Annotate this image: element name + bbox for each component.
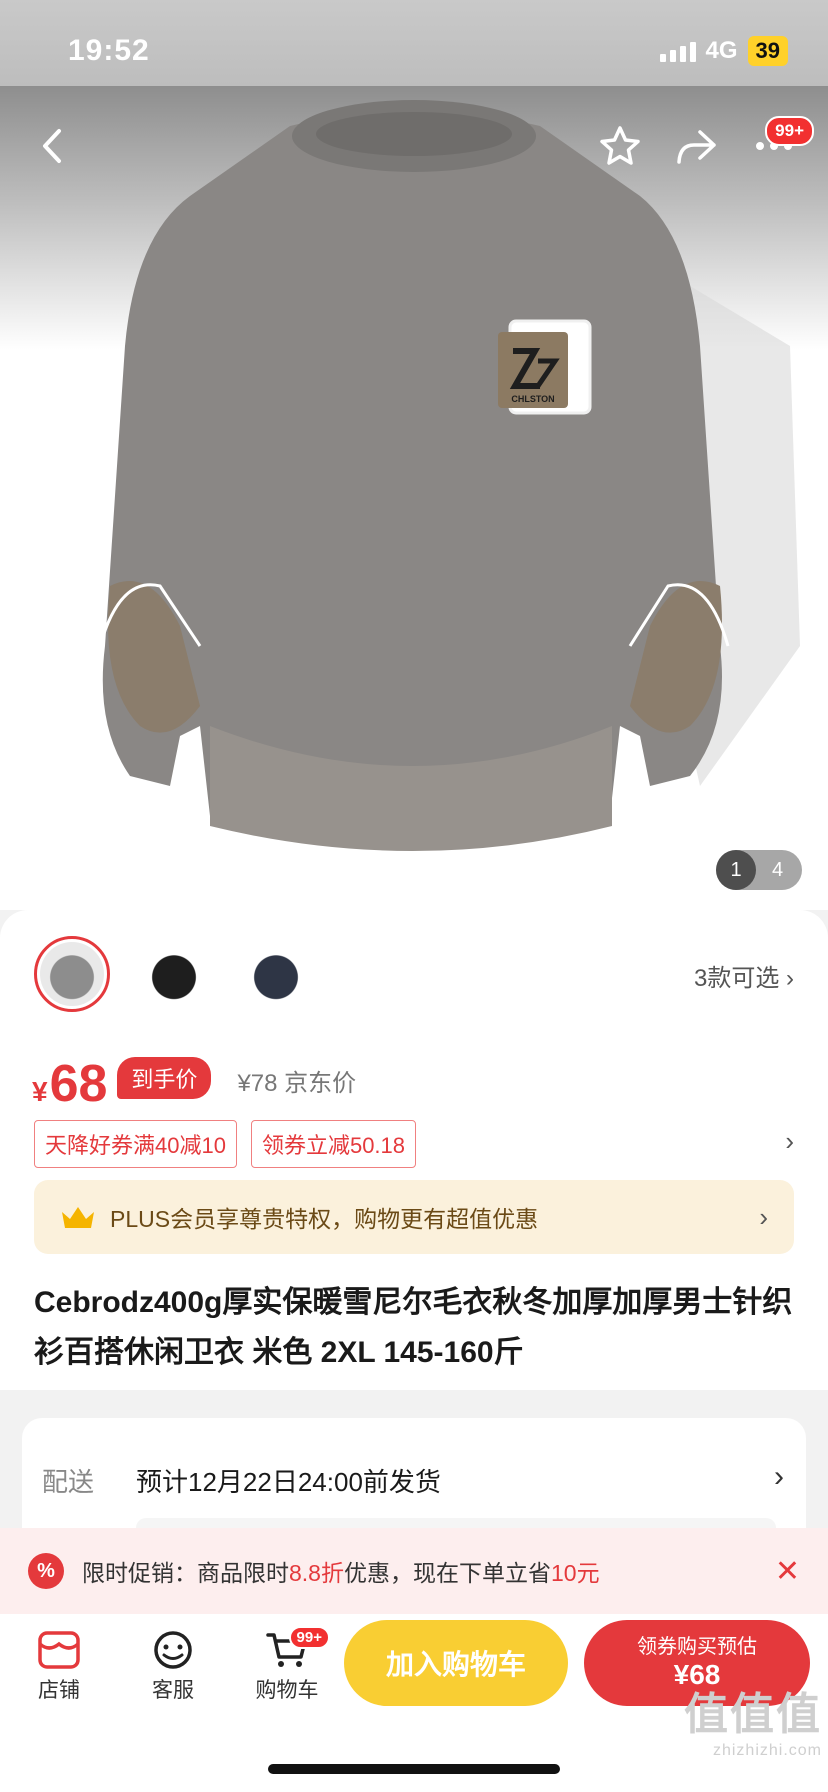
- coupon-chevron-icon[interactable]: ›: [785, 1126, 794, 1157]
- chat-smile-icon: [154, 1631, 192, 1669]
- cart-count-badge: 99+: [288, 1626, 330, 1649]
- discount-icon: %: [28, 1553, 64, 1589]
- delivery-estimate: 预计12月22日24:00前发货: [136, 1467, 441, 1497]
- variant-thumbnail: [40, 942, 104, 1006]
- variant-selector: [34, 936, 314, 1012]
- delivery-label: 配送: [42, 1467, 95, 1497]
- coupon-tag[interactable]: 领券立减50.18: [250, 1120, 417, 1168]
- chevron-left-icon: [43, 129, 61, 163]
- promo-discount: 8.8折: [289, 1560, 344, 1586]
- store-label: 店铺: [38, 1679, 80, 1702]
- favorite-button[interactable]: [590, 116, 650, 176]
- product-info-card: 3款可选 › ¥ 68 到手价 ¥78 京东价 天降好券满40减10 领券立减5…: [0, 910, 828, 1390]
- product-title: Cebrodz400g厚实保暖雪尼尔毛衣秋冬加厚加厚男士针织衫百搭休闲卫衣 米色…: [34, 1286, 793, 1369]
- crown-icon: [62, 1207, 94, 1228]
- variant-count-label: 3款可选: [693, 965, 780, 992]
- promo-prefix: 限时促销：商品限时: [82, 1560, 289, 1586]
- chevron-right-icon: ›: [786, 965, 794, 992]
- customer-service-tab[interactable]: 客服: [128, 1630, 218, 1704]
- chevron-right-icon: ›: [759, 1201, 768, 1232]
- variant-thumbnail: [142, 942, 206, 1006]
- buy-button-caption: 领券购买预估: [637, 1635, 757, 1658]
- price-currency: ¥: [32, 1076, 48, 1107]
- plus-membership-bar[interactable]: PLUS会员享尊贵特权，购物更有超值优惠 ›: [34, 1180, 794, 1254]
- watermark-url: zhizhizhi.com: [712, 1742, 822, 1759]
- status-indicators: 4G 39: [659, 36, 788, 66]
- store-tab[interactable]: 店铺: [14, 1630, 104, 1704]
- store-icon: [38, 1631, 80, 1669]
- product-sweater-image: CHLSTON: [98, 100, 800, 851]
- menu-notification-badge: 99+: [765, 116, 814, 146]
- plus-membership-text: PLUS会员享尊贵特权，购物更有超值优惠: [110, 1206, 539, 1232]
- share-button[interactable]: [666, 116, 726, 176]
- network-type: 4G: [705, 37, 738, 64]
- home-indicator: [268, 1764, 560, 1774]
- share-icon: [677, 130, 716, 164]
- promo-banner[interactable]: % 限时促销：商品限时8.8折优惠，现在下单立省10元 ✕: [0, 1528, 828, 1614]
- jd-reference-price: ¥78 京东价: [237, 1069, 357, 1097]
- signal-icon: [659, 40, 696, 62]
- product-image-carousel[interactable]: CHLSTON 99+ 1 4: [0, 86, 828, 910]
- promo-middle: 优惠，现在下单立省: [343, 1560, 551, 1586]
- coupon-tag[interactable]: 天降好券满40减10: [34, 1120, 237, 1168]
- cart-label: 购物车: [255, 1679, 319, 1702]
- cart-tab[interactable]: 购物车 99+: [242, 1626, 332, 1704]
- variant-option-navy[interactable]: [238, 936, 314, 1012]
- status-bar: 19:52 4G 39: [0, 0, 828, 86]
- image-pager: 1 4: [716, 850, 802, 890]
- back-button[interactable]: [22, 116, 82, 176]
- watermark: 值值值 zhizhizhi.com: [684, 1678, 822, 1760]
- battery-indicator: 39: [747, 36, 788, 66]
- bottom-action-bar: 店铺 客服 购物车 99+ 加入购物车 领券购买预估 ¥68 值值值 zhizh…: [0, 1614, 828, 1792]
- coupon-list[interactable]: 天降好券满40减10 领券立减50.18: [34, 1120, 417, 1168]
- chest-logo-text: CHLSTON: [511, 394, 554, 404]
- star-icon: [600, 126, 640, 165]
- watermark-logo: 值值值: [684, 1690, 822, 1739]
- chevron-right-icon: ›: [774, 1460, 784, 1493]
- service-label: 客服: [152, 1679, 194, 1702]
- variant-option-grey[interactable]: [34, 936, 110, 1012]
- final-price-tag: 到手价: [117, 1057, 212, 1099]
- status-time: 19:52: [68, 34, 150, 67]
- variant-count-link[interactable]: 3款可选 ›: [694, 958, 794, 993]
- close-icon[interactable]: ✕: [775, 1554, 800, 1589]
- promo-savings: 10元: [550, 1560, 600, 1586]
- variant-option-black[interactable]: [136, 936, 212, 1012]
- promo-text: 限时促销：商品限时8.8折优惠，现在下单立省10元: [82, 1554, 775, 1588]
- pager-total: 4: [772, 858, 784, 881]
- price-row: ¥ 68 到手价 ¥78 京东价: [32, 1054, 356, 1114]
- price-value: 68: [49, 1055, 108, 1113]
- variant-thumbnail: [244, 942, 308, 1006]
- pager-current: 1: [716, 850, 756, 890]
- add-to-cart-button[interactable]: 加入购物车: [344, 1620, 568, 1706]
